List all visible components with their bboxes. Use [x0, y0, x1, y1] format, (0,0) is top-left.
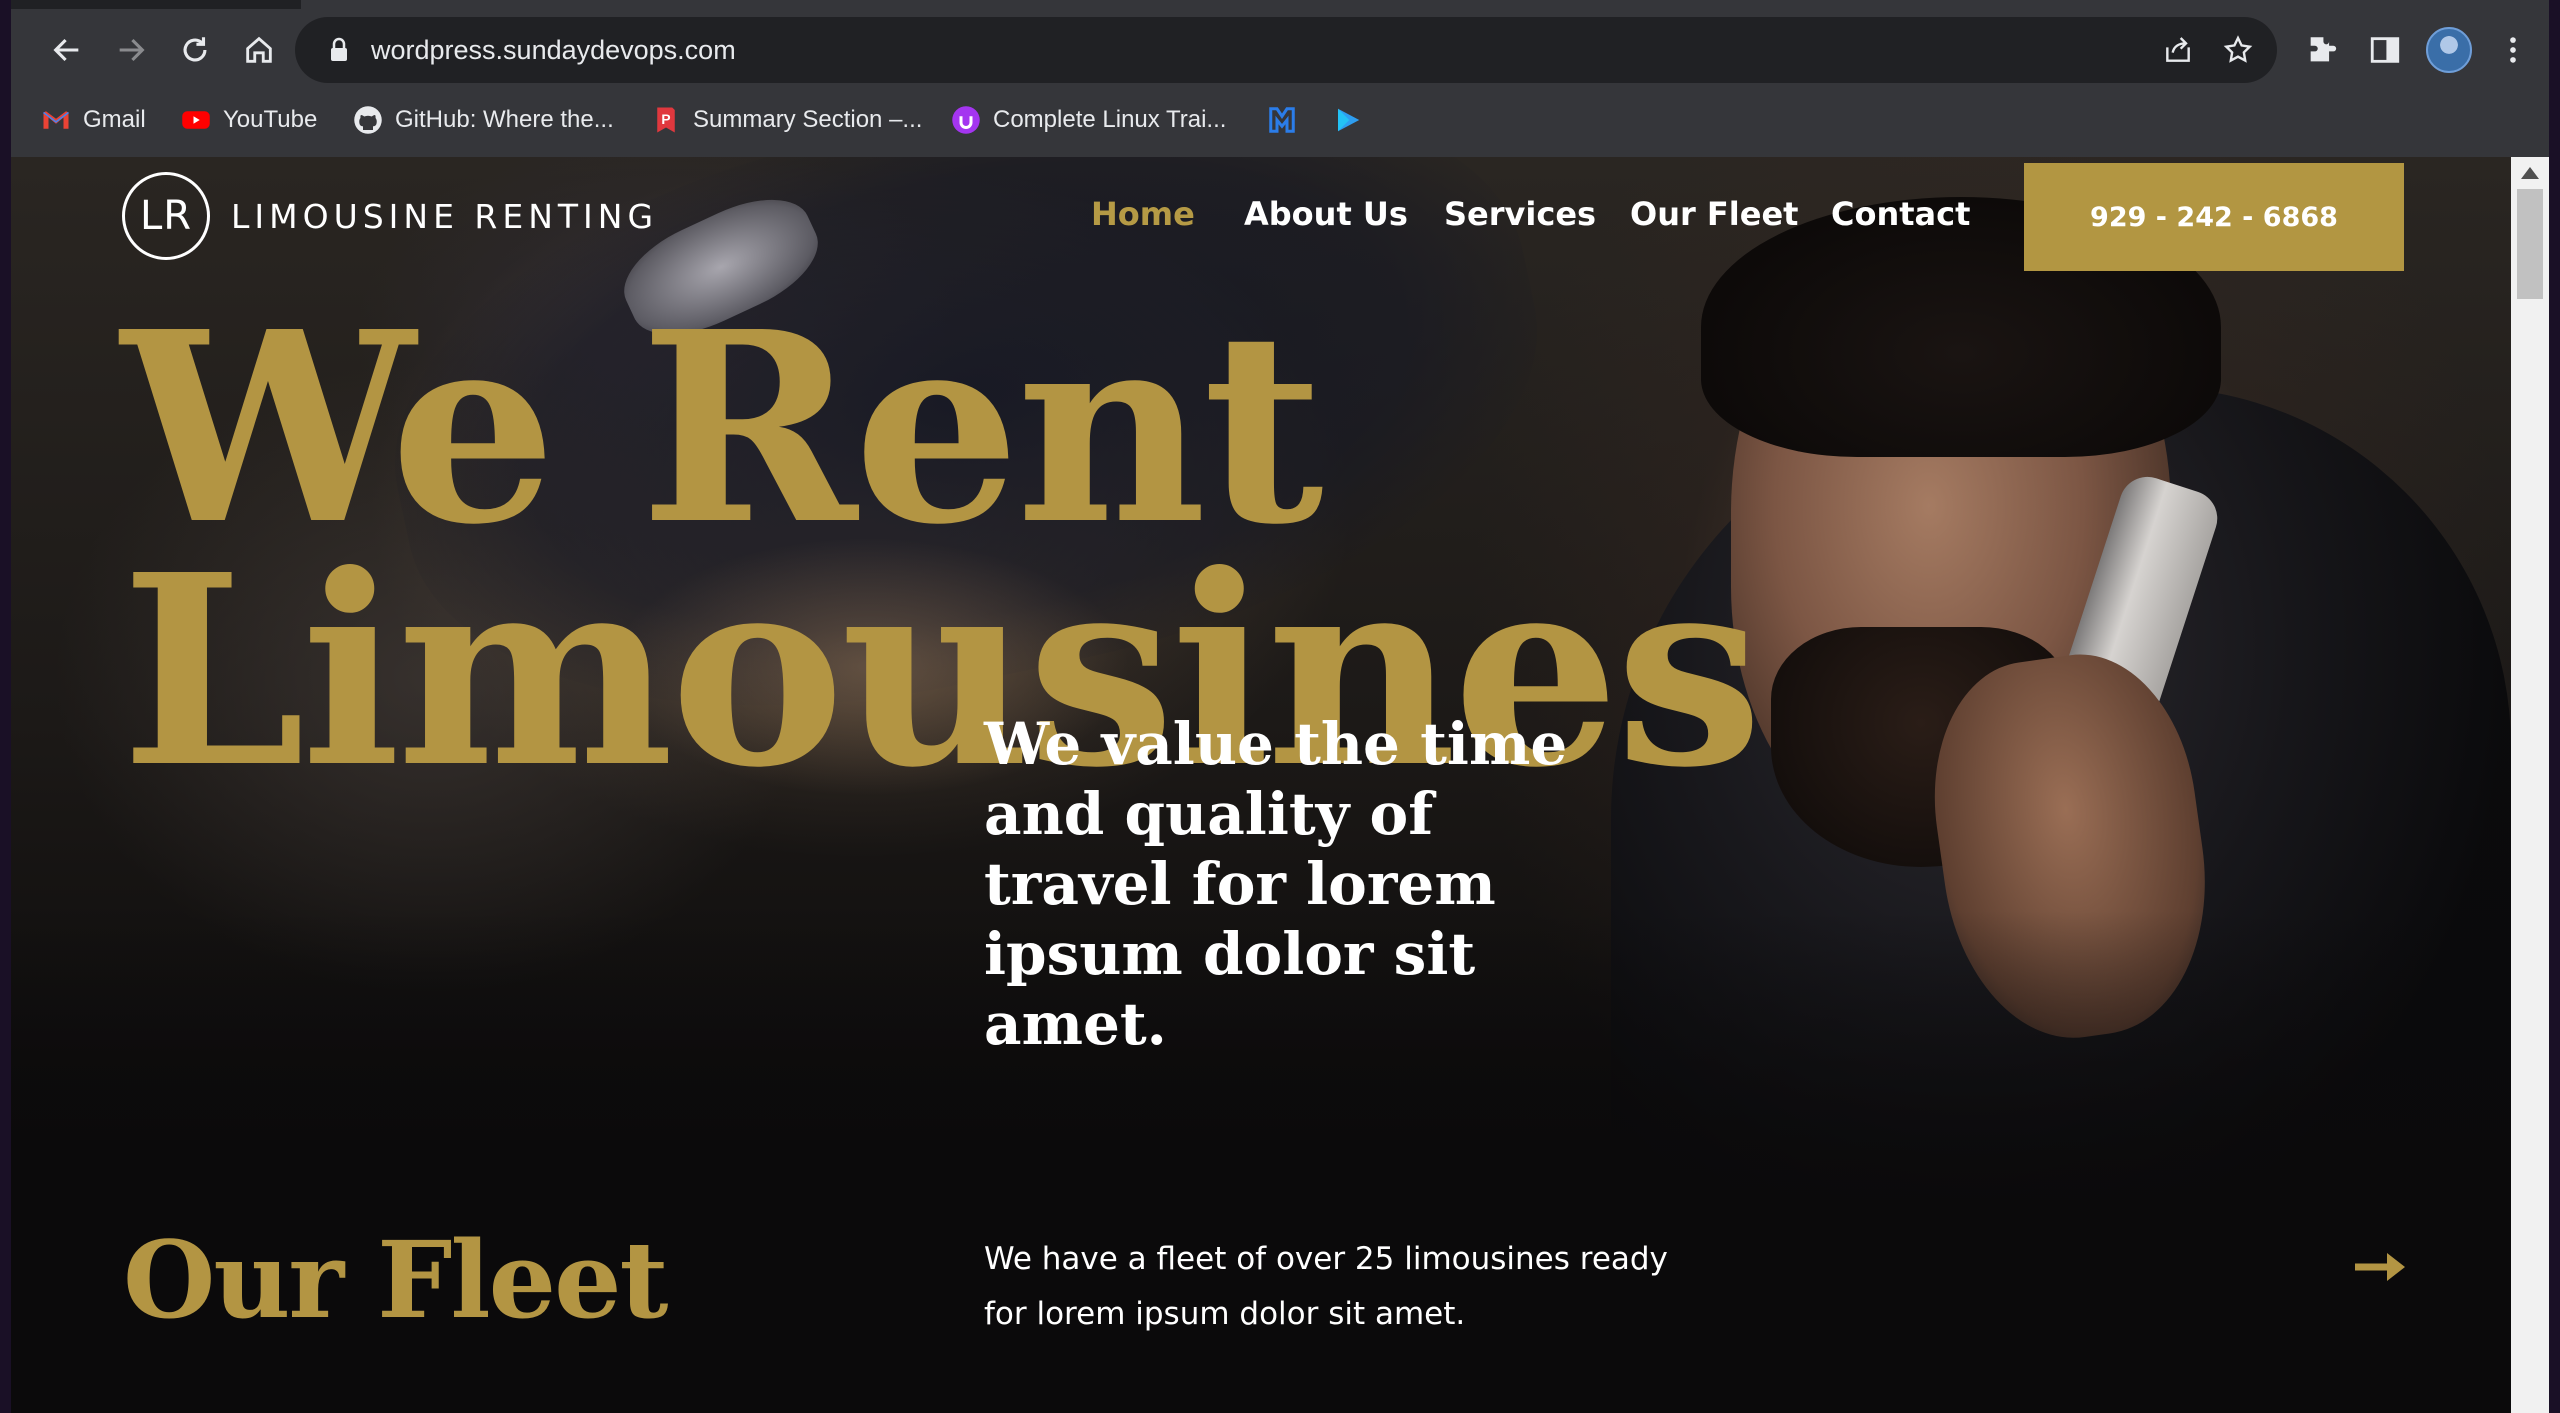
- browser-chrome: wordpress.sundaydevops.com Gmail YouTube…: [11, 0, 2560, 157]
- side-panel-icon: [2370, 37, 2400, 63]
- star-icon: [2223, 35, 2253, 63]
- bookmark-label: YouTube: [223, 106, 318, 133]
- share-button[interactable]: [2159, 31, 2197, 69]
- youtube-icon: [181, 105, 211, 135]
- bookmark-summary-section[interactable]: P Summary Section –...: [651, 96, 922, 144]
- extensions-button[interactable]: [2300, 28, 2344, 72]
- share-icon: [2166, 37, 2190, 62]
- page-viewport: LR LIMOUSINE RENTING Home About Us Servi…: [11, 157, 2511, 1413]
- fleet-title: Our Fleet: [123, 1217, 669, 1342]
- browser-menu-button[interactable]: [2491, 28, 2535, 72]
- bookmark-label: Gmail: [83, 106, 146, 133]
- bookmarks-bar: Gmail YouTube GitHub: Where the... P Sum…: [11, 96, 2560, 144]
- gmail-icon: [41, 105, 71, 135]
- side-panel-button[interactable]: [2363, 28, 2407, 72]
- p-icon: P: [651, 105, 681, 135]
- nav-contact[interactable]: Contact: [1831, 195, 1970, 233]
- active-tab[interactable]: [301, 0, 2551, 9]
- lock-icon: [331, 37, 347, 61]
- nav-home[interactable]: Home: [1091, 195, 1195, 233]
- m-logo-icon: [1267, 105, 1297, 135]
- forward-button[interactable]: [105, 24, 157, 76]
- page-scrollbar[interactable]: [2511, 157, 2549, 1413]
- url-text[interactable]: wordpress.sundaydevops.com: [371, 17, 736, 83]
- nav-our-fleet[interactable]: Our Fleet: [1630, 195, 1798, 233]
- home-icon: [246, 36, 272, 63]
- fleet-description: We have a fleet of over 25 limousines re…: [984, 1241, 1668, 1332]
- play-icon: [1333, 105, 1363, 135]
- nav-about-us[interactable]: About Us: [1244, 195, 1408, 233]
- bookmark-gmail[interactable]: Gmail: [41, 96, 146, 144]
- bookmark-label: GitHub: Where the...: [395, 106, 614, 133]
- bookmark-complete-linux[interactable]: Complete Linux Trai...: [951, 96, 1226, 144]
- udemy-icon: [951, 105, 981, 135]
- github-icon: [353, 105, 383, 135]
- nav-services[interactable]: Services: [1444, 195, 1596, 233]
- hero-tagline: We value the time and quality of travel …: [984, 710, 1568, 1058]
- window-edge: [2549, 0, 2560, 1413]
- reload-icon: [183, 37, 207, 62]
- arrow-right-icon[interactable]: [2351, 1247, 2411, 1287]
- profile-avatar[interactable]: [2426, 27, 2472, 73]
- back-button[interactable]: [41, 24, 93, 76]
- bookmark-play[interactable]: [1333, 96, 1375, 144]
- bookmark-m-logo[interactable]: [1267, 96, 1309, 144]
- bookmark-youtube[interactable]: YouTube: [181, 96, 317, 144]
- back-arrow-icon: [53, 38, 79, 62]
- phone-button[interactable]: 929 - 242 - 6868: [2024, 163, 2404, 271]
- svg-text:P: P: [661, 112, 670, 127]
- site-logo-mark[interactable]: LR: [122, 172, 210, 260]
- site-logo-text[interactable]: LIMOUSINE RENTING: [231, 197, 658, 236]
- scroll-up-arrow-icon[interactable]: [2521, 167, 2539, 179]
- tab-strip: [11, 0, 2560, 9]
- bookmark-github[interactable]: GitHub: Where the...: [353, 96, 614, 144]
- scrollbar-thumb[interactable]: [2517, 189, 2543, 299]
- home-button[interactable]: [233, 24, 285, 76]
- bookmark-label: Summary Section –...: [693, 106, 923, 133]
- reload-button[interactable]: [169, 24, 221, 76]
- bookmark-label: Complete Linux Trai...: [993, 106, 1227, 133]
- address-bar[interactable]: wordpress.sundaydevops.com: [295, 17, 2277, 83]
- kebab-menu-icon: [2510, 37, 2516, 63]
- forward-arrow-icon: [119, 38, 145, 62]
- bookmark-star-button[interactable]: [2219, 31, 2257, 69]
- puzzle-icon: [2310, 37, 2337, 62]
